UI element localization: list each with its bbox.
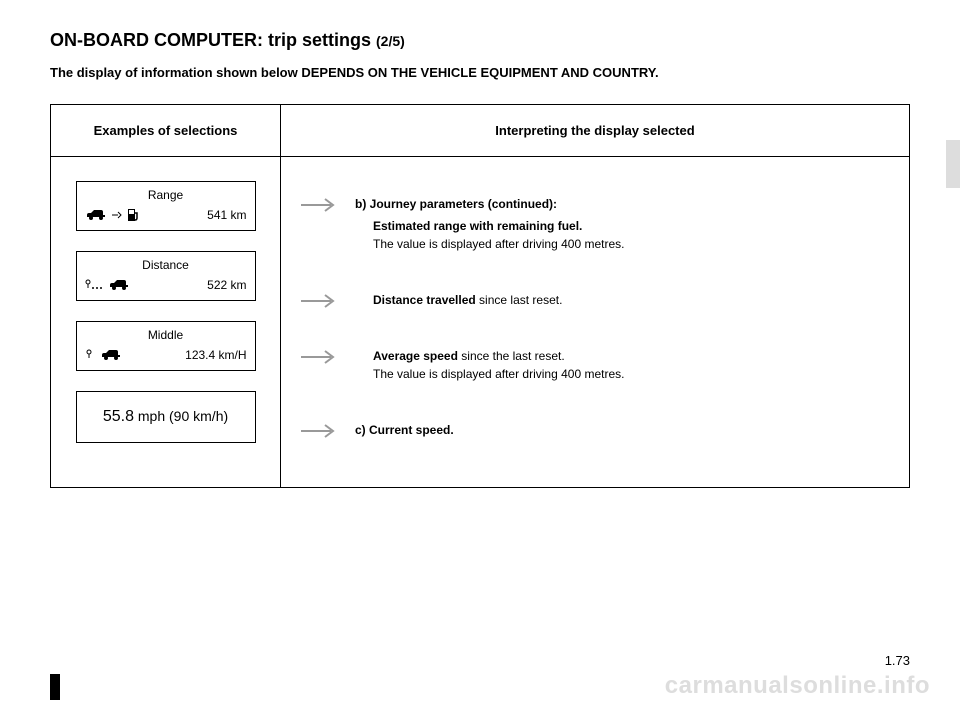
title-sub: (2/5) [376,33,405,49]
arrow-small-icon [112,211,122,219]
page-title: ON-BOARD COMPUTER: trip settings (2/5) [50,30,910,51]
side-tab [946,140,960,188]
arrow-right-icon [299,293,339,309]
fuel-pump-icon [127,208,139,222]
desc-bold: Average speed [373,349,458,363]
speed-value: 55.8 [103,408,134,425]
speed-unit: mph (90 km/h) [134,408,228,424]
pin-dots-icon [85,279,103,291]
title-main: ON-BOARD COMPUTER: trip settings [50,30,376,50]
display-value: 541 km [139,208,247,222]
car-icon [85,209,107,221]
display-box-distance: Distance 522 km [76,251,256,301]
desc-rest: since last reset. [476,293,563,307]
col-header-examples: Examples of selections [51,105,281,157]
display-label: Distance [85,258,247,272]
section-lead: c) Current speed. [355,423,454,437]
settings-table: Examples of selections Interpreting the … [50,104,910,488]
arrow-right-icon [299,349,339,365]
display-box-middle: Middle 123.4 km/H [76,321,256,371]
desc-detail: The value is displayed after driving 400… [373,367,624,381]
desc-row-distance: Distance travelled since last reset. [299,291,891,309]
display-box-speed: 55.8 mph (90 km/h) [76,391,256,443]
arrow-right-icon [299,423,339,439]
desc-row-speed: c) Current speed. [299,421,891,439]
table-body-row: Range 541 km Distance [51,157,910,488]
arrow-right-icon [299,197,339,213]
desc-row-range: b) Journey parameters (continued): Estim… [299,195,891,253]
desc-rest: since the last reset. [458,349,565,363]
equipment-notice: The display of information shown below D… [50,65,910,80]
display-value: 123.4 km/H [122,348,247,362]
car-icon [108,279,130,291]
watermark: carmanualsonline.info [665,672,930,700]
desc-row-middle: Average speed since the last reset. The … [299,347,891,383]
display-label: Range [85,188,247,202]
display-value: 522 km [130,278,247,292]
display-box-range: Range 541 km [76,181,256,231]
page-number: 1.73 [885,653,910,668]
section-lead: b) Journey parameters (continued): [355,197,557,211]
desc-bold: Estimated range with remaining fuel. [373,219,582,233]
black-bar [50,674,60,700]
col-header-interpret: Interpreting the display selected [281,105,910,157]
desc-detail: The value is displayed after driving 400… [373,237,624,251]
display-label: Middle [85,328,247,342]
pin-icon [85,349,95,361]
desc-bold: Distance travelled [373,293,476,307]
car-icon [100,349,122,361]
